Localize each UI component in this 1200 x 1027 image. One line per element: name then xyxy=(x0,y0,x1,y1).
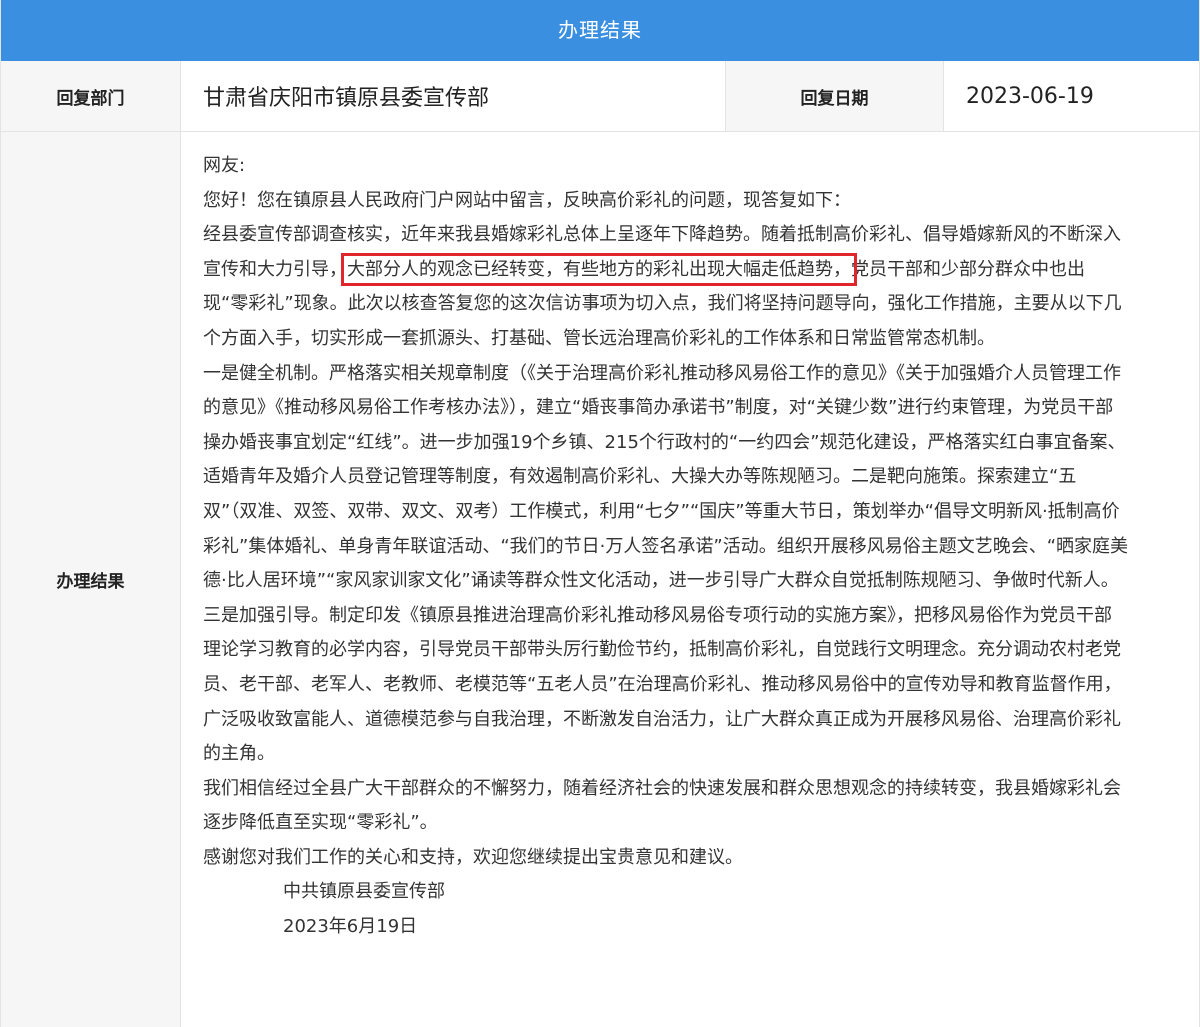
reply-date-label: 回复日期 xyxy=(726,61,944,131)
info-row: 回复部门 甘肃省庆阳市镇原县委宣传部 回复日期 2023-06-19 xyxy=(1,61,1199,132)
result-label: 办理结果 xyxy=(1,132,181,1027)
paragraph-3: 我们相信经过全县广大干部群众的不懈努力，随着经济社会的快速发展和群众思想观念的持… xyxy=(203,777,1121,834)
paragraph-2: 一是健全机制。严格落实相关规章制度（《关于治理高价彩礼推动移风易俗工作的意见》《… xyxy=(203,362,1129,765)
result-content: 网友: 您好！您在镇原县人民政府门户网站中留言，反映高价彩礼的问题，现答复如下：… xyxy=(182,132,1199,1027)
reply-dept-label: 回复部门 xyxy=(1,61,181,131)
reply-dept-value: 甘肃省庆阳市镇原县委宣传部 xyxy=(181,61,726,131)
intro-paragraph: 您好！您在镇原县人民政府门户网站中留言，反映高价彩礼的问题，现答复如下： xyxy=(203,189,851,211)
highlighted-text: 大部分人的观念已经转变，有些地方的彩礼出现大幅走低趋势， xyxy=(341,252,857,286)
result-table: 办理结果 回复部门 甘肃省庆阳市镇原县委宣传部 回复日期 2023-06-19 … xyxy=(0,0,1200,1027)
greeting: 网友: xyxy=(203,155,246,176)
paragraph-1: 经县委宣传部调查核实，近年来我县婚嫁彩礼总体上呈逐年下降趋势。随着抵制高价彩礼、… xyxy=(203,218,1129,356)
section-header: 办理结果 xyxy=(1,0,1199,61)
signature: 中共镇原县委宣传部 xyxy=(283,881,445,903)
paragraph-4: 感谢您对我们工作的关心和支持，欢迎您继续提出宝贵意见和建议。 xyxy=(203,846,743,868)
sign-date: 2023年6月19日 xyxy=(283,916,418,938)
reply-date-value: 2023-06-19 xyxy=(966,83,1094,109)
result-row: 办理结果 网友: 您好！您在镇原县人民政府门户网站中留言，反映高价彩礼的问题，现… xyxy=(1,132,1199,1027)
